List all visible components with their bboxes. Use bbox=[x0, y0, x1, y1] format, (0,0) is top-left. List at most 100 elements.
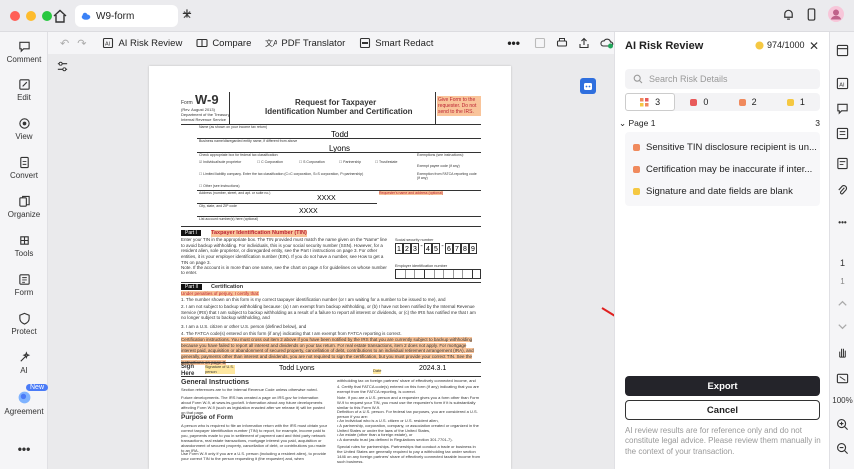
fit-page-icon[interactable] bbox=[836, 372, 849, 385]
checkbox-llc[interactable]: ☐ Limited liability company. Enter the t… bbox=[199, 172, 363, 176]
form-label: Form bbox=[181, 100, 193, 106]
checkbox-trust[interactable]: ☐ Trust/estate bbox=[375, 160, 397, 164]
page-group-header[interactable]: ⌄ Page 1 3 bbox=[619, 118, 820, 129]
home-icon[interactable] bbox=[52, 8, 68, 24]
sidebar-item-edit[interactable]: Edit bbox=[0, 78, 48, 102]
mobile-icon[interactable] bbox=[805, 7, 818, 21]
checkbox-c-corp[interactable]: ☐ C Corporation bbox=[257, 160, 283, 164]
page-up-icon[interactable] bbox=[836, 297, 849, 310]
smart-redact-button[interactable]: Smart Redact bbox=[359, 37, 433, 49]
close-window-button[interactable] bbox=[10, 11, 20, 21]
purpose-text: A person who is required to file an info… bbox=[181, 423, 328, 453]
checkbox-partnership[interactable]: ☐ Partnership bbox=[339, 160, 361, 164]
gi-sub: Section references are to the Internal R… bbox=[181, 387, 318, 392]
ssn-digit: 9 bbox=[469, 243, 477, 254]
filter-count: 2 bbox=[751, 97, 757, 107]
page-current[interactable]: 1 bbox=[830, 258, 854, 268]
attachment-icon[interactable] bbox=[836, 184, 849, 197]
hand-tool-icon[interactable] bbox=[836, 346, 849, 359]
avatar[interactable] bbox=[828, 6, 844, 22]
left-sidebar: Comment Edit View Convert Organize Tools… bbox=[0, 32, 49, 469]
ssn-field[interactable]: 123-45-6789 bbox=[395, 243, 477, 254]
pdf-translator-button[interactable]: 文A PDF Translator bbox=[265, 37, 345, 49]
address-label: Address (number, street, and apt. or sui… bbox=[199, 191, 271, 195]
risk-item[interactable]: Certification may be inaccurate if inter… bbox=[625, 158, 820, 180]
risk-text: Certification may be inaccurate if inter… bbox=[646, 163, 813, 175]
sidebar-item-view[interactable]: View bbox=[0, 117, 48, 141]
requester-label: Requester's name and address (optional) bbox=[379, 191, 444, 196]
layout-icon[interactable] bbox=[836, 44, 849, 57]
sidebar-item-agreement[interactable]: New Agreement bbox=[0, 384, 49, 416]
filter-low[interactable]: 1 bbox=[772, 93, 820, 111]
compare-button[interactable]: Compare bbox=[196, 37, 251, 49]
more-options-icon[interactable]: ••• bbox=[507, 36, 520, 50]
purpose-title: Purpose of Form bbox=[181, 414, 234, 421]
zoom-out-icon[interactable] bbox=[836, 442, 849, 455]
share-icon[interactable] bbox=[578, 37, 590, 49]
new-tab-button[interactable]: + bbox=[182, 4, 192, 24]
form-title-2: Identification Number and Certification bbox=[265, 107, 413, 116]
filter-all[interactable]: 3 bbox=[625, 93, 676, 111]
sidebar-item-convert[interactable]: Convert bbox=[0, 156, 48, 180]
settings-sliders-icon[interactable] bbox=[56, 60, 69, 73]
checkbox-individual[interactable]: ☑ Individual/sole proprietor bbox=[199, 160, 241, 164]
close-panel-icon[interactable]: ✕ bbox=[809, 39, 819, 53]
agreement-icon bbox=[18, 391, 30, 404]
sidebar-item-form[interactable]: Form bbox=[0, 273, 48, 297]
ai-risk-review-button[interactable]: AI AI Risk Review bbox=[102, 37, 182, 49]
fields-icon[interactable] bbox=[836, 127, 849, 140]
col2-b: 4. Certify that FATCA code(s) entered on… bbox=[337, 384, 479, 394]
page-down-icon[interactable] bbox=[836, 320, 849, 333]
risk-item[interactable]: Sensitive TIN disclosure recipient is un… bbox=[625, 136, 820, 158]
ssn-digit: 6 bbox=[445, 243, 453, 254]
redo-icon[interactable]: ↷ bbox=[77, 37, 86, 50]
sidebar-item-tools[interactable]: Tools bbox=[0, 234, 48, 258]
checkbox-other[interactable]: ☐ Other (see instructions) bbox=[199, 184, 240, 188]
toolbar-label: Compare bbox=[212, 37, 252, 49]
svg-text:AI: AI bbox=[105, 42, 111, 48]
ai-panel-icon[interactable]: AI bbox=[836, 77, 849, 90]
minimize-window-button[interactable] bbox=[26, 11, 36, 21]
zoom-level[interactable]: 100% bbox=[830, 396, 854, 405]
cancel-button[interactable]: Cancel bbox=[625, 400, 820, 420]
ai-assistant-button[interactable] bbox=[580, 78, 596, 94]
ein-field[interactable] bbox=[395, 269, 481, 279]
translate-icon: 文A bbox=[265, 38, 277, 48]
pdf-page: Form W-9 (Rev. August 2013) Department o… bbox=[149, 66, 511, 469]
exempt-payee-label: Exempt payee code (if any) bbox=[417, 164, 460, 168]
svg-text:文A: 文A bbox=[265, 38, 277, 48]
sidebar-item-organize[interactable]: Organize bbox=[0, 195, 48, 219]
search-risk-input[interactable]: Search Risk Details bbox=[625, 69, 820, 89]
save-icon[interactable] bbox=[534, 37, 546, 49]
note-text: Note. If the account is in more than one… bbox=[181, 265, 387, 276]
bell-icon[interactable] bbox=[782, 8, 795, 21]
zoom-window-button[interactable] bbox=[42, 11, 52, 21]
checkbox-s-corp[interactable]: ☐ S Corporation bbox=[299, 160, 325, 164]
ai-review-icon: AI bbox=[103, 37, 114, 49]
more-icon[interactable]: ••• bbox=[0, 442, 48, 456]
sidebar-item-comment[interactable]: Comment bbox=[0, 40, 48, 64]
sidebar-item-protect[interactable]: Protect bbox=[0, 312, 48, 336]
sidebar-item-ai[interactable]: AI bbox=[0, 351, 48, 375]
fatca-label: Exemption from FATCA reporting code (if … bbox=[417, 172, 477, 181]
risk-text: Sensitive TIN disclosure recipient is un… bbox=[646, 141, 817, 153]
properties-icon[interactable] bbox=[836, 157, 849, 170]
print-icon[interactable] bbox=[556, 37, 568, 49]
cert-3: 3. I am a U.S. citizen or other U.S. per… bbox=[181, 324, 307, 329]
tools-icon bbox=[19, 236, 29, 245]
credits-value: 974/1000 bbox=[767, 40, 805, 50]
undo-icon[interactable]: ↶ bbox=[60, 37, 69, 50]
comments-panel-icon[interactable] bbox=[836, 102, 849, 115]
zoom-in-icon[interactable] bbox=[836, 418, 849, 431]
export-button[interactable]: Export bbox=[625, 376, 820, 396]
cloud-sync-icon[interactable] bbox=[600, 37, 614, 49]
rail-more-icon[interactable]: ••• bbox=[830, 218, 854, 227]
risk-item[interactable]: Signature and date fields are blank bbox=[625, 180, 820, 202]
date-value[interactable]: 2024.3.1 bbox=[419, 365, 446, 373]
filter-high[interactable]: 0 bbox=[675, 93, 723, 111]
filter-medium[interactable]: 2 bbox=[724, 93, 772, 111]
signature-value[interactable]: Todd Lyons bbox=[279, 365, 315, 373]
toolbar-label: PDF Translator bbox=[281, 37, 346, 49]
use-form-text: Use Form W-9 only if you are a U.S. pers… bbox=[181, 451, 327, 461]
document-tab[interactable]: W9-form ✕ bbox=[75, 5, 192, 27]
